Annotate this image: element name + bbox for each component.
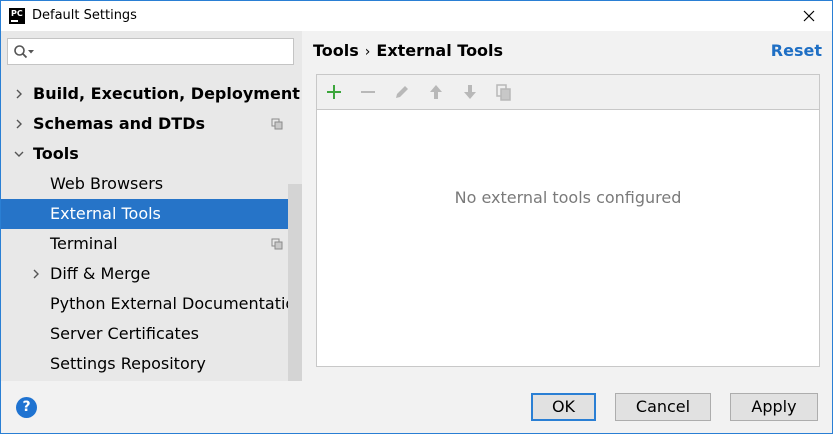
reset-link[interactable]: Reset [771, 41, 822, 60]
chevron-right-icon[interactable] [13, 118, 25, 130]
tree-item-label: Build, Execution, Deployment [33, 84, 300, 103]
pycharm-app-icon: PC [9, 8, 25, 24]
tree-item-diff-and-merge[interactable]: Diff & Merge [1, 259, 302, 289]
edit-icon [396, 86, 408, 98]
tree-item-label: Tools [33, 144, 79, 163]
tree-item-schemas-and-dtds[interactable]: Schemas and DTDs [1, 109, 302, 139]
breadcrumb-current: External Tools [376, 41, 504, 60]
tree-item-tools[interactable]: Tools [1, 139, 302, 169]
chevron-down-icon[interactable] [13, 148, 25, 160]
tree-item-label: External Tools [50, 204, 161, 223]
breadcrumb-parent: Tools [313, 41, 359, 60]
tree-item-label: Web Browsers [50, 174, 164, 193]
ok-button[interactable]: OK [531, 393, 596, 421]
breadcrumb-separator: › [364, 44, 371, 60]
help-button[interactable]: ? [16, 397, 37, 418]
window-title: Default Settings [32, 8, 137, 23]
chevron-right-icon[interactable] [30, 268, 42, 280]
remove-tool-button[interactable] [358, 82, 378, 102]
tree-item-label: Diff & Merge [50, 264, 151, 283]
copy-icon [496, 84, 511, 101]
chevron-right-icon[interactable] [13, 88, 25, 100]
tree-item-terminal[interactable]: Terminal [1, 229, 302, 259]
edit-tool-button[interactable] [392, 82, 412, 102]
project-settings-copy-icon [271, 238, 283, 250]
move-down-button[interactable] [460, 82, 480, 102]
project-settings-copy-icon [271, 118, 283, 130]
tree-item-label: Terminal [50, 234, 118, 253]
tree-item-settings-repository[interactable]: Settings Repository [1, 349, 302, 379]
search-box[interactable] [7, 38, 294, 65]
breadcrumb: Tools › External Tools [313, 41, 503, 60]
tree-item-label: Schemas and DTDs [33, 114, 206, 133]
copy-tool-button[interactable] [494, 82, 514, 102]
tree-scrollbar[interactable] [288, 184, 302, 381]
settings-dialog: PC Default Settings Build, Execution, De… [0, 0, 833, 434]
tree-item-build-execution-deployment[interactable]: Build, Execution, Deployment [1, 79, 302, 109]
move-up-button[interactable] [426, 82, 446, 102]
dialog-button-bar: ? OK Cancel Apply [1, 381, 832, 433]
close-button[interactable] [786, 1, 832, 31]
tree-item-label: Settings Repository [50, 354, 206, 373]
close-icon [803, 10, 815, 22]
add-tool-button[interactable] [324, 82, 344, 102]
add-icon [327, 85, 341, 99]
tree-item-external-tools[interactable]: External Tools [1, 199, 302, 229]
settings-tree-panel: Build, Execution, Deployment Schemas and… [1, 31, 302, 381]
settings-content-panel: Tools › External Tools Reset No external… [302, 31, 832, 381]
cancel-button[interactable]: Cancel [615, 393, 711, 421]
tree-item-label: Server Certificates [50, 324, 199, 343]
remove-icon [361, 91, 375, 93]
tree-item-web-browsers[interactable]: Web Browsers [1, 169, 302, 199]
title-bar: PC Default Settings [1, 1, 832, 31]
external-tools-list: No external tools configured [316, 74, 820, 367]
tree-item-python-external-documentation[interactable]: Python External Documentatio [1, 289, 302, 319]
empty-list-message: No external tools configured [454, 188, 682, 207]
move-down-icon [464, 85, 476, 99]
search-input[interactable] [40, 41, 294, 63]
move-up-icon [430, 85, 442, 99]
apply-button[interactable]: Apply [730, 393, 818, 421]
tree-item-label: Python External Documentatio [50, 294, 296, 313]
tools-toolbar [317, 75, 819, 110]
tree-item-server-certificates[interactable]: Server Certificates [1, 319, 302, 349]
search-icon [14, 45, 34, 59]
